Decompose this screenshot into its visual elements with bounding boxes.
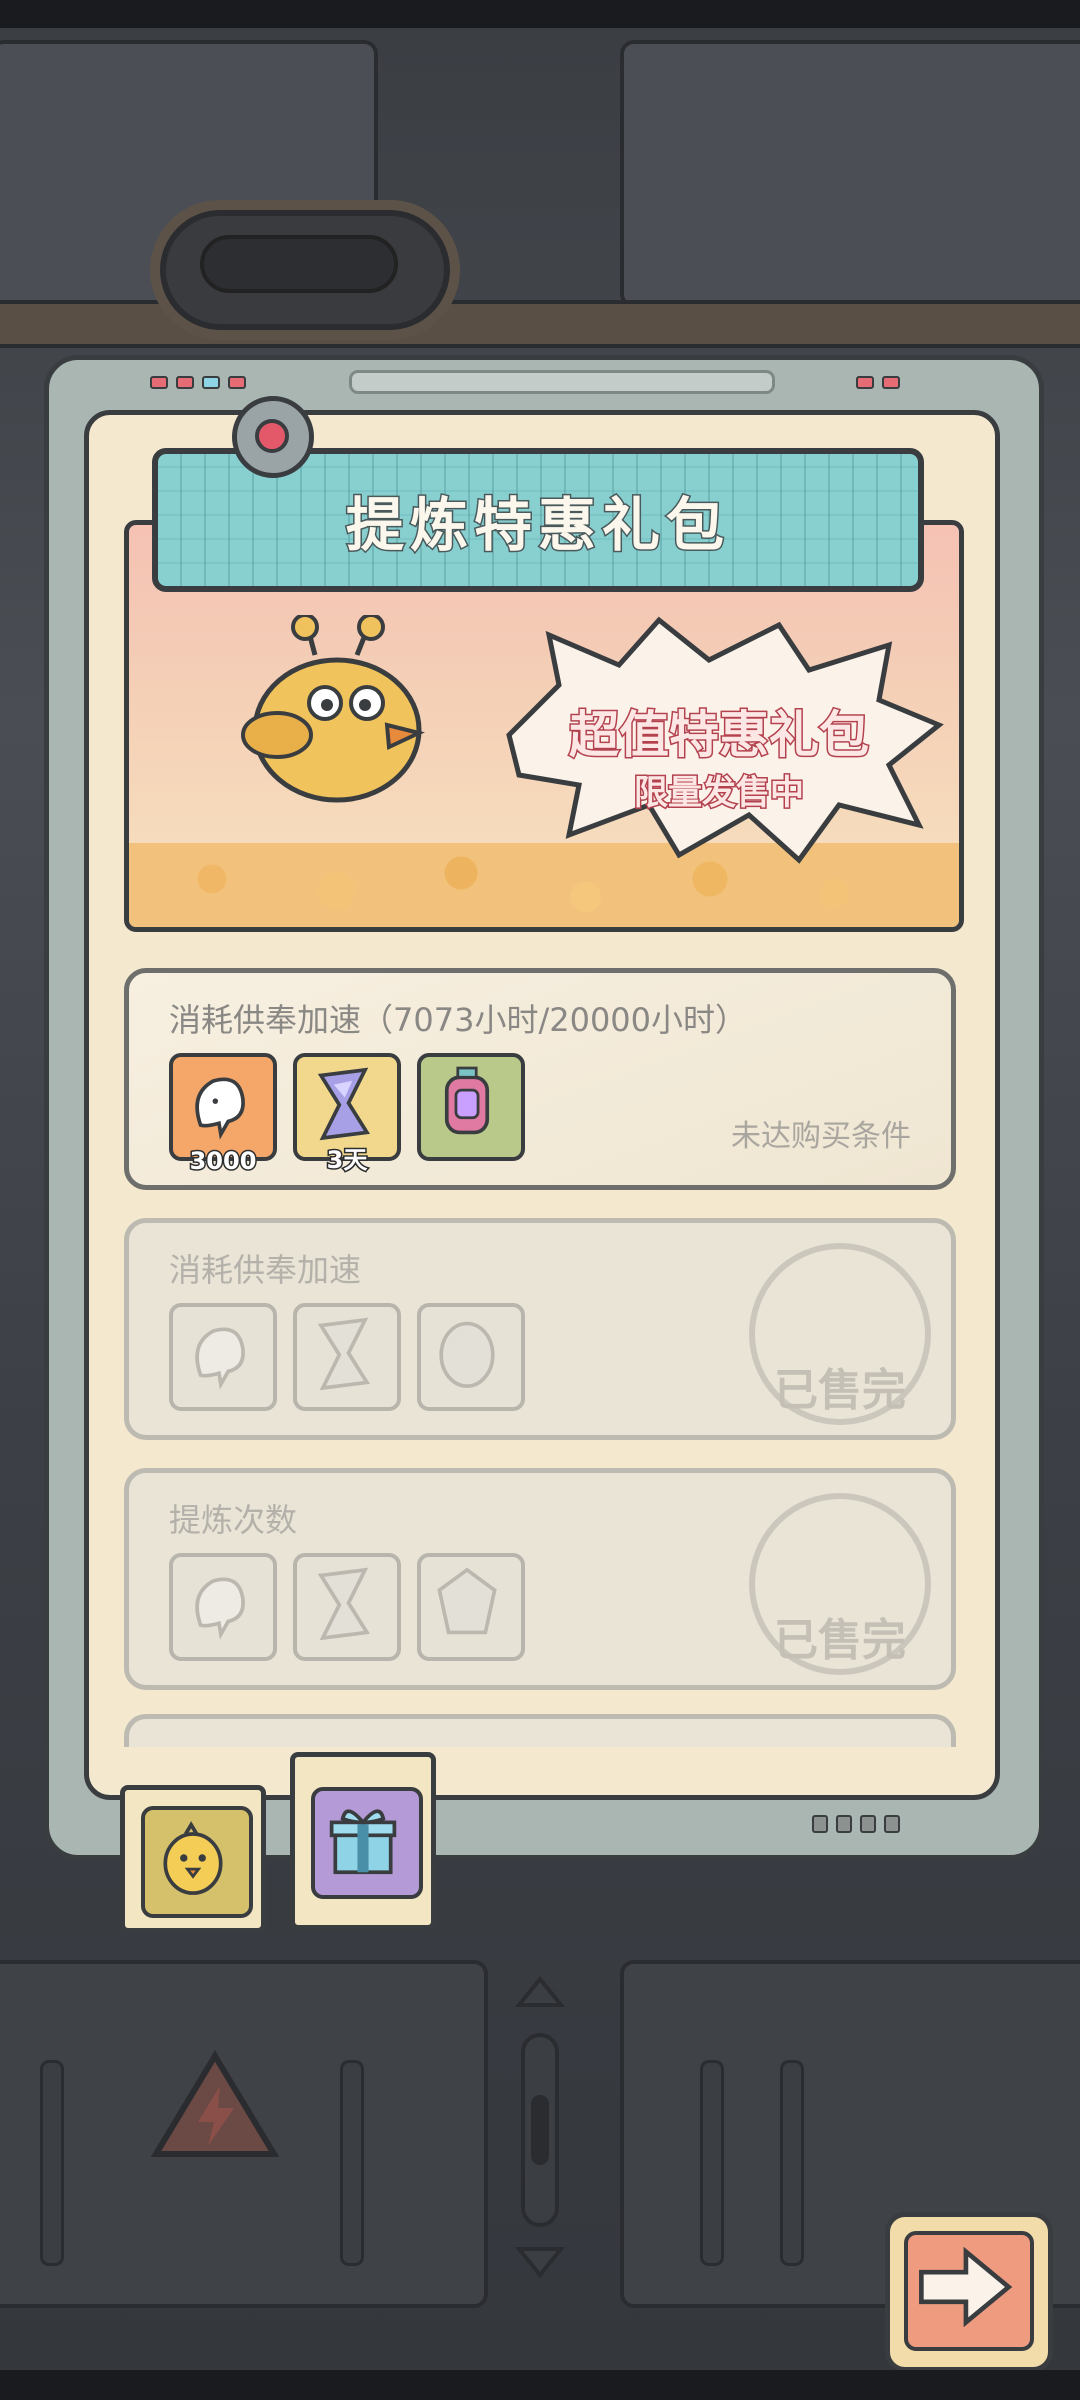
gift-box-icon [311,1787,423,1899]
bg-wall-panel [620,40,1080,308]
ghost-token-icon [169,1553,277,1661]
egg-relic-icon [417,1303,525,1411]
lantern-icon[interactable] [417,1053,525,1161]
sold-out-stamp: 已售完 [749,1493,931,1675]
sold-out-stamp: 已售完 [749,1243,931,1425]
tab-gift[interactable] [290,1752,436,1930]
panel-lights [150,376,246,389]
hourglass-icon [293,1553,401,1661]
bg-bar [700,2060,724,2266]
bg-bar [40,2060,64,2266]
pack-title: 消耗供奉加速（7073小时/20000小时） [169,1001,748,1039]
next-button-face [904,2231,1034,2351]
pack-row-refine-count: 提炼次数 已售完 [124,1468,956,1690]
pack-row-offering-speedup: 消耗供奉加速 已售完 [124,1218,956,1440]
game-screen: 超值特惠礼包 限量发售中 提炼特惠礼包 消耗供奉加速（7073小时/20000小… [0,0,1080,2400]
nav-bar [0,2370,1080,2400]
page-title: 提炼特惠礼包 [344,490,730,561]
pack-row-partial [124,1714,956,1747]
arrow-right-icon [919,2246,1013,2328]
lightning-warning-icon [150,2050,280,2157]
golden-chick-icon [241,615,425,803]
tab-chick[interactable] [120,1785,266,1933]
chick-icon [141,1806,253,1918]
crystal-icon [417,1553,525,1661]
item-quantity: 3天 [325,1145,369,1176]
banner-headline: 超值特惠礼包 [568,705,871,766]
ghost-token-icon[interactable]: 3000 [169,1053,277,1177]
status-bar [0,0,1080,28]
bg-bar [340,2060,364,2266]
panel-lights [856,376,900,389]
pack-row-offering-speedup-limited[interactable]: 消耗供奉加速（7073小时/20000小时） 3000 3天 未达购买条件 [124,968,956,1190]
next-arrow-button[interactable] [885,2212,1053,2372]
alarm-bulb-icon [232,396,314,478]
ghost-token-icon [169,1303,277,1411]
bg-bar [780,2060,804,2266]
item-quantity: 3000 [188,1146,258,1177]
sold-out-label: 已售完 [774,1615,906,1666]
hourglass-icon [293,1303,401,1411]
bg-porthole [150,200,460,340]
lever-icon [514,1975,566,2279]
pack-title: 提炼次数 [169,1501,298,1539]
speech-burst-text: 超值特惠礼包 限量发售中 [489,615,949,865]
hourglass-icon[interactable]: 3天 [293,1053,401,1176]
sold-out-label: 已售完 [774,1365,906,1416]
pack-title: 消耗供奉加速 [169,1251,362,1289]
panel-lights-bottom [812,1815,900,1833]
banner-subline: 限量发售中 [633,772,806,815]
purchase-condition-status: 未达购买条件 [731,1119,911,1154]
